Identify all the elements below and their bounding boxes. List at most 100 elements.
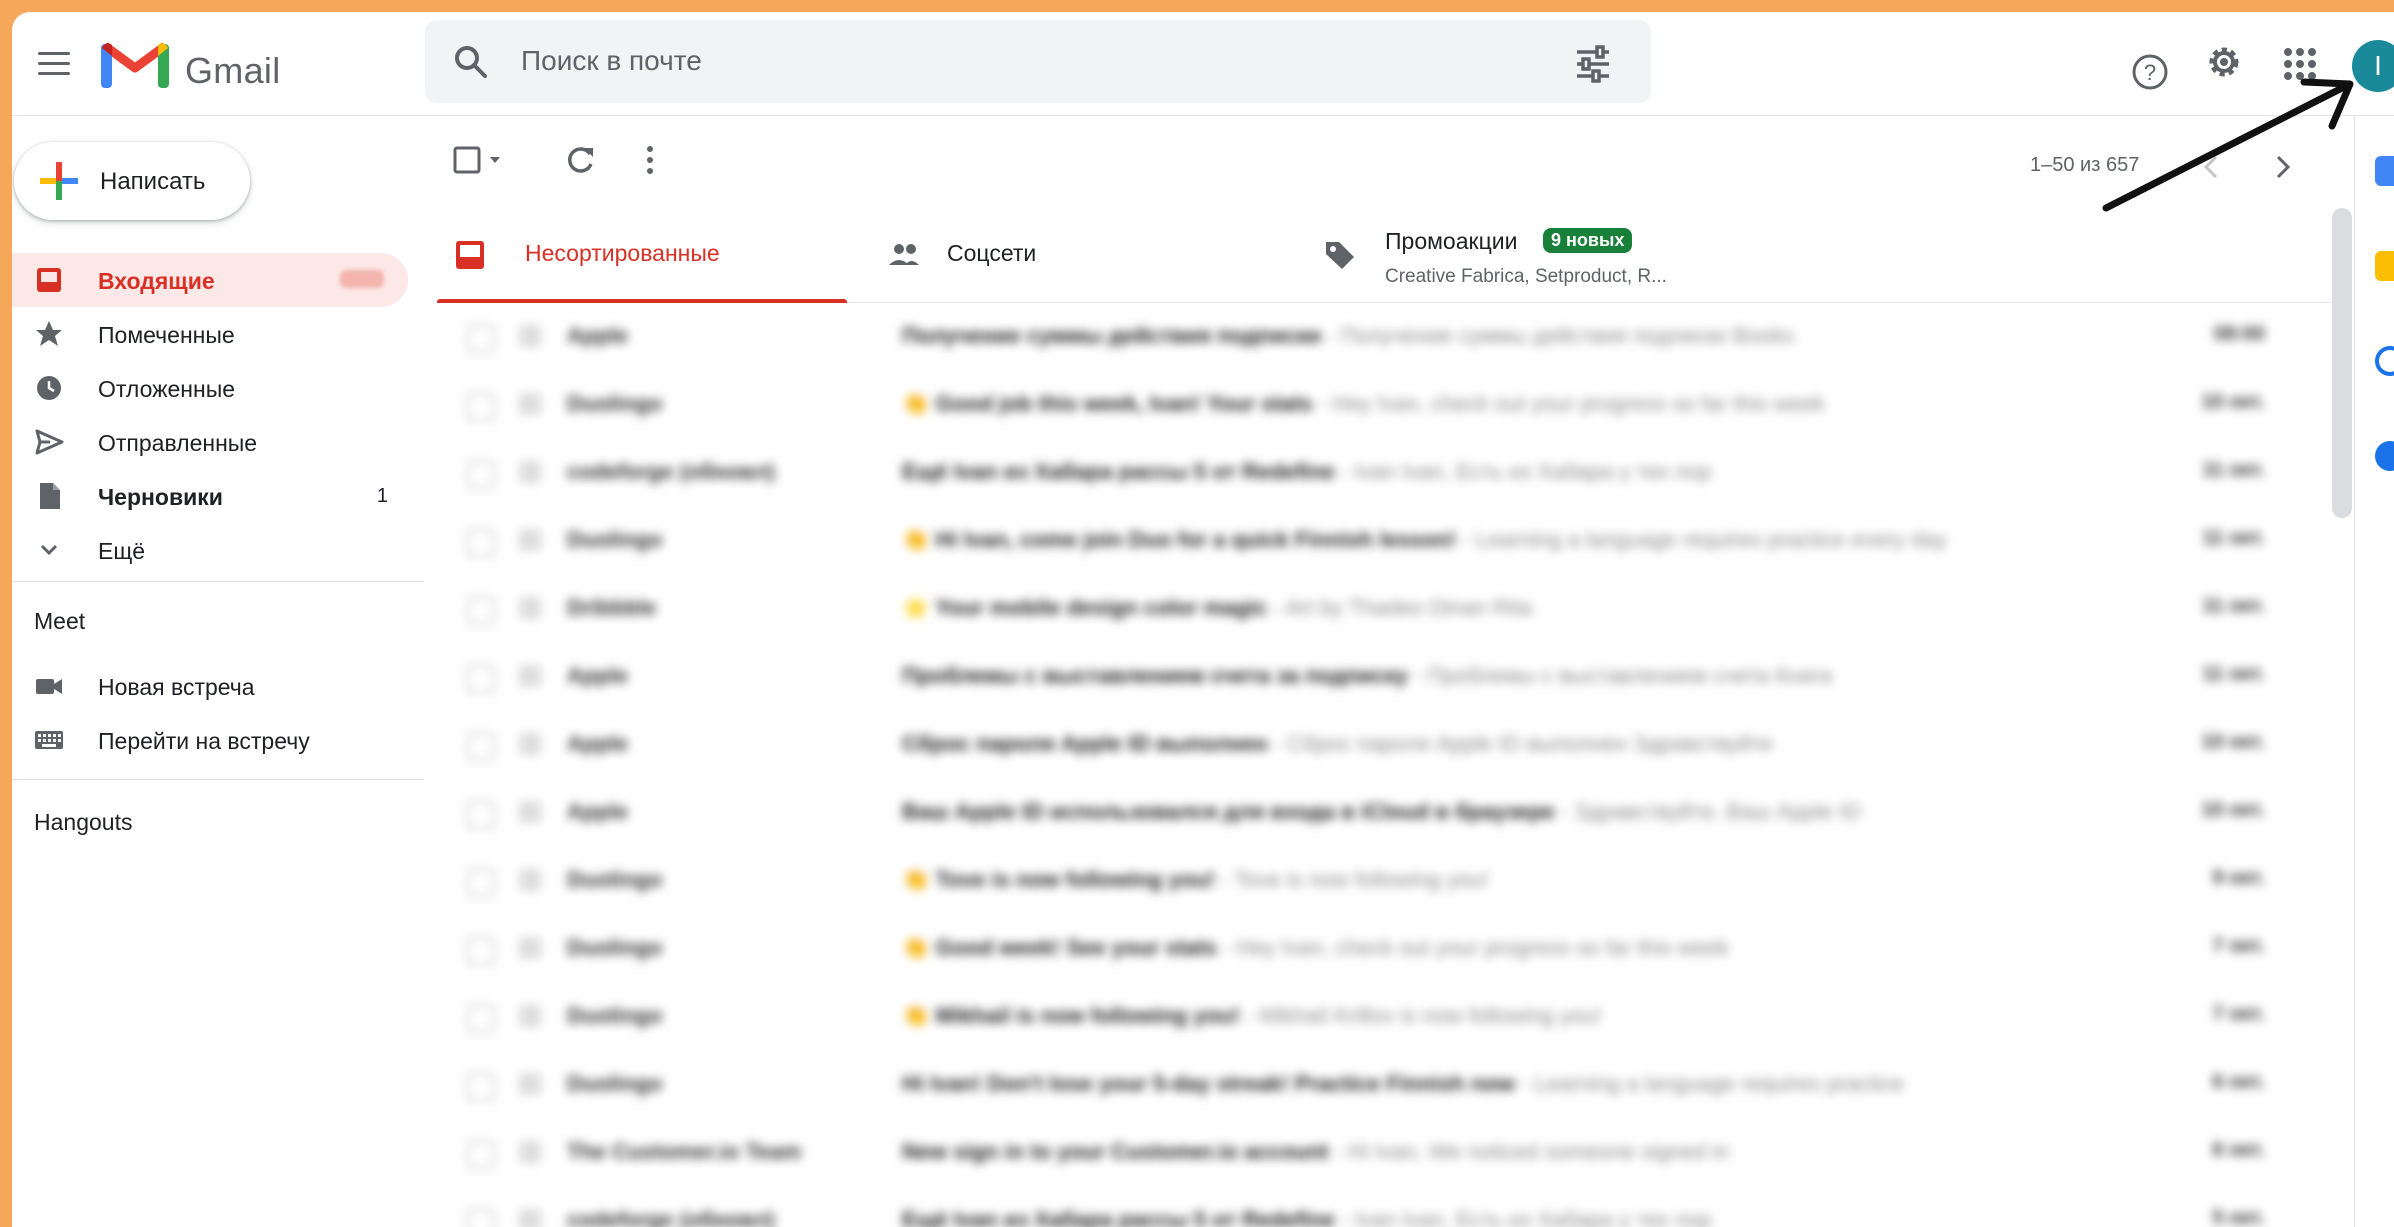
keep-icon[interactable] — [2375, 251, 2394, 281]
email-row[interactable]: Apple Получение суммы действия подписки -… — [437, 303, 2317, 371]
sidebar-item-label: Отправленные — [98, 430, 258, 456]
search-options-icon[interactable] — [1573, 44, 1613, 84]
row-checkbox[interactable] — [467, 325, 495, 353]
row-star-icon[interactable] — [519, 1005, 541, 1027]
refresh-icon[interactable] — [560, 140, 600, 180]
row-star-icon[interactable] — [519, 733, 541, 755]
email-sender: Duolingo — [567, 1003, 663, 1028]
search-icon[interactable] — [451, 42, 491, 82]
calendar-icon[interactable] — [2375, 156, 2394, 186]
meet-nav: Новая встреча Перейти на встречу — [12, 659, 408, 767]
email-snippet: - Art by Thadeo Dinan Rita — [1267, 595, 1533, 620]
star-icon — [36, 321, 62, 346]
email-row[interactable]: The Customer.io Team New sign in to your … — [437, 1119, 2317, 1187]
email-row[interactable]: Apple Ваш Apple ID использовался для вход… — [437, 779, 2317, 847]
sidebar-item-label: Отложенные — [98, 376, 236, 402]
email-row[interactable]: Duolingo Hi Ivan! Don't lose your 5-day s… — [437, 1051, 2317, 1119]
sidebar-item-sent[interactable]: Отправленные — [12, 415, 408, 469]
row-checkbox[interactable] — [467, 937, 495, 965]
hangouts-section-title: Hangouts — [34, 809, 133, 835]
sidebar-item-label: Помеченные — [98, 322, 235, 348]
row-checkbox[interactable] — [467, 733, 495, 761]
email-sender: The Customer.io Team — [567, 1139, 802, 1164]
email-sender: Duolingo — [567, 935, 663, 960]
tab-social[interactable]: Соцсети — [867, 206, 1267, 302]
sidebar-item-drafts[interactable]: Черновики 1 — [12, 469, 408, 523]
row-checkbox[interactable] — [467, 801, 495, 829]
email-sender: Duolingo — [567, 391, 663, 416]
row-star-icon[interactable] — [519, 393, 541, 415]
email-subject-line: Получение суммы действия подписки - Полу… — [902, 323, 1794, 349]
row-star-icon[interactable] — [519, 665, 541, 687]
category-tabs: Несортированные Соцсети Промоакции 9 нов… — [437, 206, 2337, 303]
tab-primary[interactable]: Несортированные — [437, 206, 847, 303]
email-row[interactable]: codeforge (обновл) Ещё Ivan из Хабара рас… — [437, 439, 2317, 507]
email-row[interactable]: Duolingo 👏 Mikhail is now following you! … — [437, 983, 2317, 1051]
row-star-icon[interactable] — [519, 529, 541, 551]
more-vert-icon[interactable] — [630, 140, 670, 180]
email-row[interactable]: Duolingo 👏 Good week! See your stats - He… — [437, 915, 2317, 983]
main-menu-icon[interactable] — [34, 44, 74, 84]
row-star-icon[interactable] — [519, 1209, 541, 1227]
email-subject: Проблемы с выставлением счета за подписк… — [902, 663, 1408, 688]
row-checkbox[interactable] — [467, 393, 495, 421]
email-snippet: - Hey Ivan, check out your progress so f… — [1216, 935, 1730, 960]
row-checkbox[interactable] — [467, 461, 495, 489]
row-star-icon[interactable] — [519, 325, 541, 347]
search-bar[interactable]: Поиск в почте — [425, 20, 1651, 103]
email-row[interactable]: Duolingo 👏 Tove is now following you! - T… — [437, 847, 2317, 915]
row-star-icon[interactable] — [519, 937, 541, 959]
row-star-icon[interactable] — [519, 1141, 541, 1163]
sidebar-item-label: Черновики — [98, 484, 223, 510]
row-star-icon[interactable] — [519, 597, 541, 619]
tab-label: Несортированные — [525, 240, 720, 266]
row-star-icon[interactable] — [519, 801, 541, 823]
tasks-icon[interactable] — [2375, 346, 2394, 376]
email-subject-line: Hi Ivan! Don't lose your 5-day streak! P… — [902, 1071, 1904, 1097]
contacts-icon[interactable] — [2375, 441, 2394, 471]
tab-promotions[interactable]: Промоакции 9 новых Creative Fabrica, Set… — [1317, 206, 1817, 302]
clock-icon — [37, 376, 61, 400]
email-sender: Dribbble — [567, 595, 657, 620]
email-snippet: - Сброс пароля Apple ID выполнен Здравст… — [1267, 731, 1773, 756]
select-all-checkbox-icon[interactable] — [452, 140, 512, 180]
email-row[interactable]: Apple Сброс пароля Apple ID выполнен - Сб… — [437, 711, 2317, 779]
email-row[interactable]: Dribbble ⭐ Your mobile design color magic… — [437, 575, 2317, 643]
email-subject: 👏 Hi Ivan, come join Duo for a quick Fin… — [902, 527, 1457, 552]
row-checkbox[interactable] — [467, 869, 495, 897]
sidebar-item-starred[interactable]: Помеченные — [12, 307, 408, 361]
email-snippet: - Hi Ivan, We noticed someone signed in — [1328, 1139, 1730, 1164]
sidebar-item-inbox[interactable]: Входящие — [12, 253, 408, 307]
tag-icon — [1326, 242, 1354, 269]
people-icon — [889, 244, 919, 265]
email-subject: 👏 Mikhail is now following you! — [902, 1003, 1240, 1028]
email-subject-line: Проблемы с выставлением счета за подписк… — [902, 663, 1832, 689]
row-star-icon[interactable] — [519, 461, 541, 483]
meet-join-meeting[interactable]: Перейти на встречу — [12, 713, 408, 767]
row-star-icon[interactable] — [519, 1073, 541, 1095]
sidebar-item-label: Входящие — [98, 268, 215, 294]
compose-button[interactable]: Написать — [14, 142, 250, 220]
sidebar-item-more[interactable]: Ещё — [12, 523, 408, 577]
row-checkbox[interactable] — [467, 1073, 495, 1101]
email-row[interactable]: Apple Проблемы с выставлением счета за по… — [437, 643, 2317, 711]
email-row[interactable]: codeforge (обновл) Ещё Ivan из Хабара рас… — [437, 1187, 2317, 1227]
sidebar-item-snoozed[interactable]: Отложенные — [12, 361, 408, 415]
row-checkbox[interactable] — [467, 665, 495, 693]
meet-new-meeting[interactable]: Новая встреча — [12, 659, 408, 713]
email-sender: Apple — [567, 663, 629, 688]
row-checkbox[interactable] — [467, 1141, 495, 1169]
email-row[interactable]: Duolingo 👏 Hi Ivan, come join Duo for a q… — [437, 507, 2317, 575]
row-star-icon[interactable] — [519, 869, 541, 891]
row-checkbox[interactable] — [467, 1005, 495, 1033]
email-sender: Apple — [567, 731, 629, 756]
email-row[interactable]: Duolingo 👏 Good job this week, Ivan! Your… — [437, 371, 2317, 439]
row-checkbox[interactable] — [467, 1209, 495, 1227]
email-subject: Получение суммы действия подписки — [902, 323, 1322, 348]
email-subject-line: 👏 Tove is now following you! - Tove is n… — [902, 867, 1489, 893]
side-panel — [2354, 116, 2394, 1227]
search-input[interactable]: Поиск в почте — [521, 45, 702, 77]
scrollbar[interactable] — [2332, 208, 2352, 518]
row-checkbox[interactable] — [467, 529, 495, 557]
row-checkbox[interactable] — [467, 597, 495, 625]
